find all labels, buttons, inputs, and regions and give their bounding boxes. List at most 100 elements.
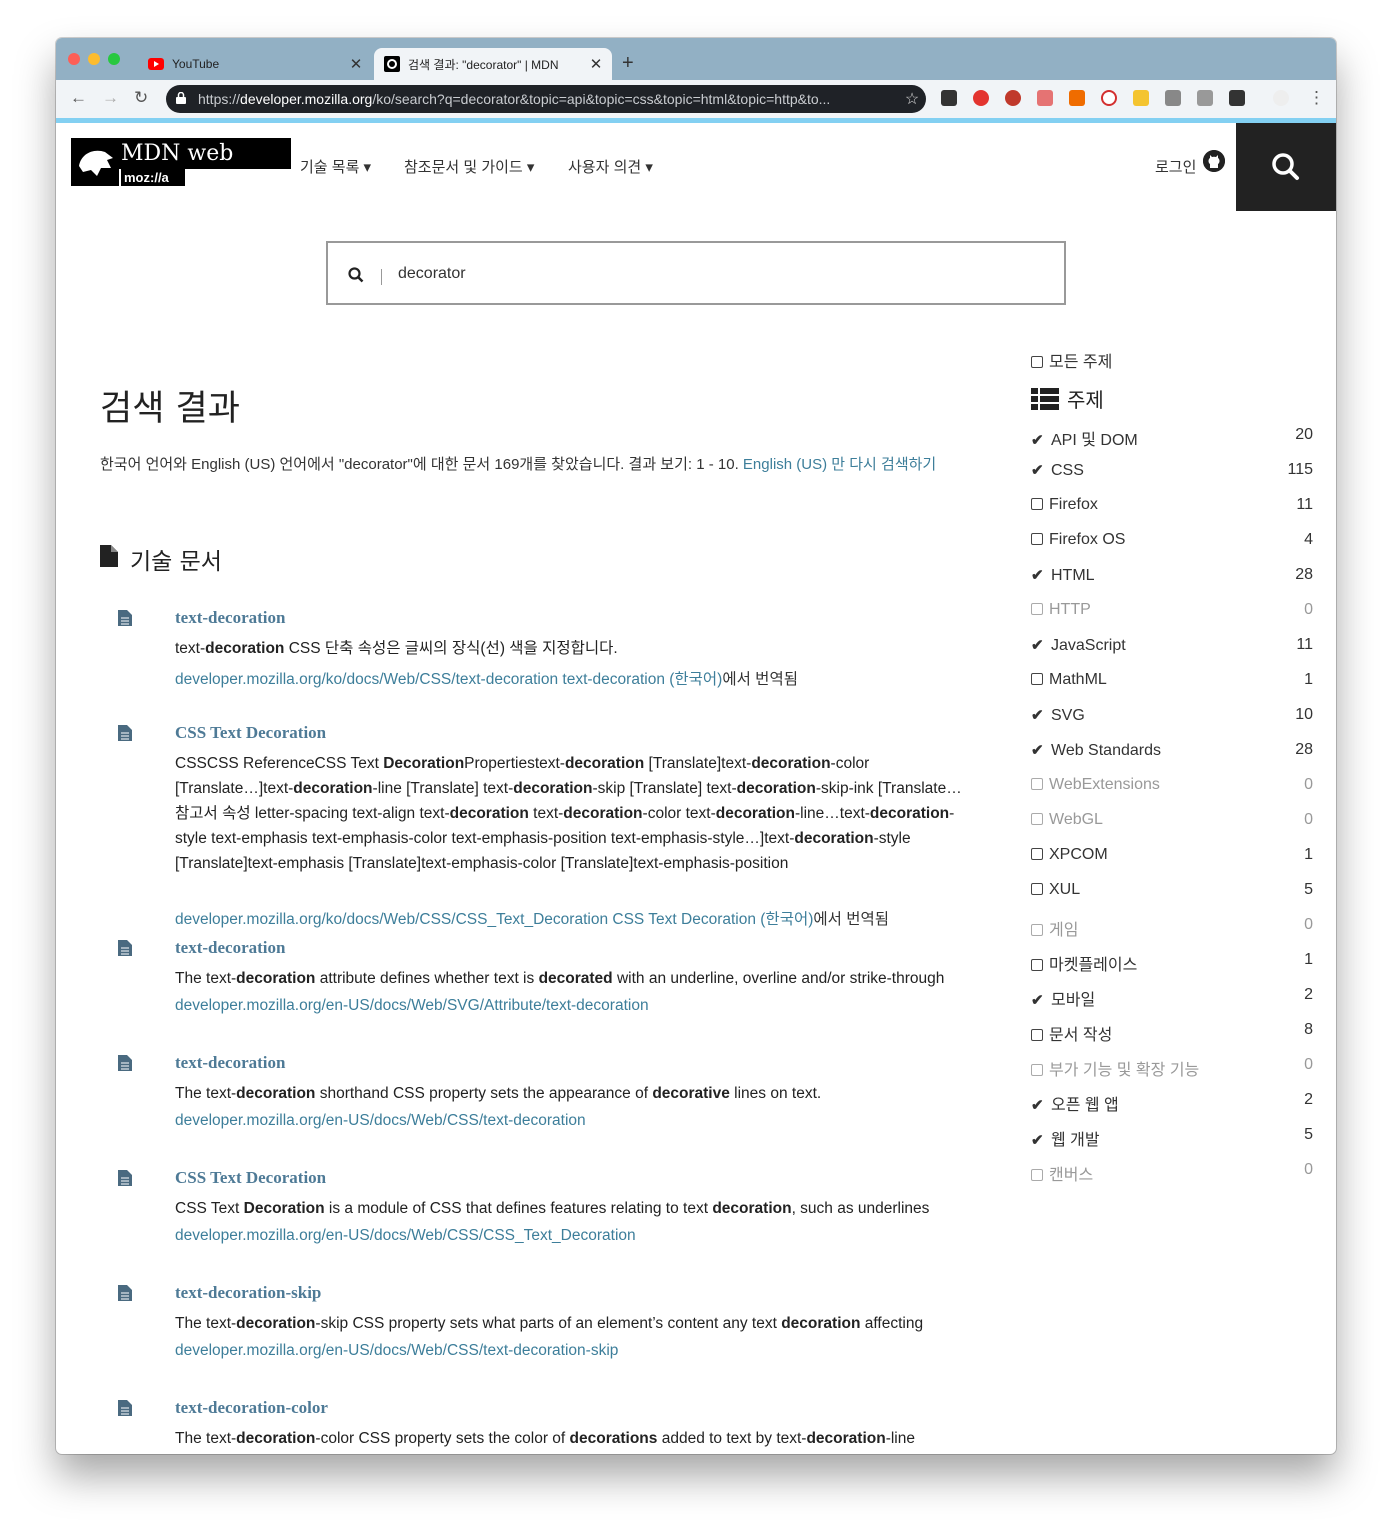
menu-technologies[interactable]: 기술 목록 ▾ <box>300 156 371 177</box>
topic-filter[interactable]: ✔ HTML 28 <box>1031 566 1313 588</box>
login-link[interactable]: 로그인 <box>1155 156 1196 177</box>
topic-filter[interactable]: ✔ SVG 10 <box>1031 706 1313 728</box>
extension-icon[interactable] <box>1069 90 1085 106</box>
lock-icon <box>176 91 198 107</box>
result-title-link[interactable]: text-decoration <box>175 938 285 958</box>
close-tab-icon[interactable]: ✕ <box>348 55 364 73</box>
topic-filter[interactable]: MathML 1 <box>1031 671 1313 693</box>
topics-heading: 주제 <box>1031 384 1104 413</box>
topic-label: ✔ SVG <box>1031 707 1085 724</box>
extension-icon[interactable] <box>1197 90 1213 106</box>
topic-filter: 게임 0 <box>1031 916 1313 939</box>
search-input[interactable] <box>398 255 1038 293</box>
extension-icon[interactable] <box>973 90 989 106</box>
topic-filter[interactable]: Firefox OS 4 <box>1031 531 1313 553</box>
topic-filter: WebExtensions 0 <box>1031 776 1313 798</box>
extension-icon[interactable] <box>941 90 957 106</box>
tab-youtube[interactable]: YouTube ✕ <box>138 48 372 80</box>
new-tab-icon[interactable]: + <box>622 52 634 74</box>
result-excerpt: text-decoration CSS 단축 속성은 글씨의 장식(선) 색을 … <box>175 640 618 657</box>
topic-count: 11 <box>1296 636 1313 653</box>
address-bar[interactable]: https://developer.mozilla.org/ko/search?… <box>166 85 926 113</box>
result-title-link[interactable]: text-decoration <box>175 608 285 628</box>
menu-references-guides[interactable]: 참조문서 및 가이드 ▾ <box>404 156 534 177</box>
extension-icon[interactable] <box>1165 90 1181 106</box>
checkmark-icon: ✔ <box>1031 707 1044 724</box>
extension-icon[interactable] <box>1133 90 1149 106</box>
result-title-link[interactable]: CSS Text Decoration <box>175 723 326 743</box>
result-url-link[interactable]: developer.mozilla.org/en-US/docs/Web/SVG… <box>175 997 649 1014</box>
close-window-button[interactable] <box>68 53 80 65</box>
result-title-link[interactable]: CSS Text Decoration <box>175 1168 326 1188</box>
topic-filter[interactable]: ✔ JavaScript 11 <box>1031 636 1313 658</box>
back-icon[interactable]: ← <box>70 88 87 108</box>
result-excerpt: The text-decoration-skip CSS property se… <box>175 1315 924 1332</box>
header-search-button[interactable] <box>1236 123 1336 211</box>
result-url-link[interactable]: developer.mozilla.org/en-US/docs/Web/CSS… <box>175 1342 618 1359</box>
extension-icon[interactable] <box>1037 90 1053 106</box>
checkbox-icon <box>1031 533 1043 545</box>
topic-label: ✔ API 및 DOM <box>1031 432 1138 449</box>
extension-icon[interactable] <box>1005 90 1021 106</box>
block-extension-icon[interactable] <box>1101 90 1117 106</box>
tab-strip: YouTube ✕ 검색 결과: "decorator" | MDN ✕ + <box>56 38 1336 80</box>
all-topics-checkbox[interactable]: 모든 주제 <box>1031 348 1313 371</box>
topic-filter[interactable]: XUL 5 <box>1031 881 1313 903</box>
result-title-link[interactable]: text-decoration-color <box>175 1398 328 1418</box>
topic-count: 4 <box>1304 531 1313 548</box>
minimize-window-button[interactable] <box>88 53 100 65</box>
checkbox-icon <box>1031 813 1043 825</box>
result-title-link[interactable]: text-decoration-skip <box>175 1283 321 1303</box>
topic-filter[interactable]: ✔ Web Standards 28 <box>1031 741 1313 763</box>
result-url-link[interactable]: developer.mozilla.org/en-US/docs/Web/CSS… <box>175 1112 586 1129</box>
divider <box>381 269 382 285</box>
topic-label: XPCOM <box>1031 846 1108 864</box>
result-url-link[interactable]: developer.mozilla.org/ko/docs/Web/CSS/te… <box>175 671 722 688</box>
result-title-link[interactable]: text-decoration <box>175 1053 285 1073</box>
search-english-only-link[interactable]: English (US) 만 다시 검색하기 <box>743 456 936 473</box>
topic-filter[interactable]: ✔ API 및 DOM 20 <box>1031 426 1313 449</box>
github-icon[interactable] <box>1203 150 1225 172</box>
reload-icon[interactable]: ↻ <box>134 88 148 108</box>
result-url: developer.mozilla.org/ko/docs/Web/CSS/CS… <box>175 907 889 929</box>
topic-filter[interactable]: ✔ CSS 115 <box>1031 461 1313 483</box>
profile-avatar[interactable] <box>1273 90 1289 106</box>
close-tab-icon[interactable]: ✕ <box>588 55 604 73</box>
youtube-icon <box>148 56 164 72</box>
topic-filter[interactable]: ✔ 웹 개발 5 <box>1031 1126 1313 1149</box>
bookmark-star-icon[interactable]: ☆ <box>898 89 926 109</box>
topic-filter[interactable]: ✔ 오픈 웹 앱 2 <box>1031 1091 1313 1114</box>
topic-count: 8 <box>1304 1021 1313 1038</box>
result-url-link[interactable]: developer.mozilla.org/en-US/docs/Web/CSS… <box>175 1227 636 1244</box>
tab-title: 검색 결과: "decorator" | MDN <box>408 57 559 72</box>
result-url-link[interactable]: developer.mozilla.org/ko/docs/Web/CSS/CS… <box>175 911 813 928</box>
zoom-window-button[interactable] <box>108 53 120 65</box>
checkmark-icon: ✔ <box>1031 462 1044 479</box>
result-url: developer.mozilla.org/en-US/docs/Web/CSS… <box>175 1227 636 1245</box>
browser-window: YouTube ✕ 검색 결과: "decorator" | MDN ✕ + ←… <box>56 38 1336 1454</box>
result-excerpt: The text-decoration-color CSS property s… <box>175 1430 915 1447</box>
topic-filter[interactable]: Firefox 11 <box>1031 496 1313 518</box>
menu-feedback[interactable]: 사용자 의견 ▾ <box>568 156 653 177</box>
topic-filter[interactable]: 마켓플레이스 1 <box>1031 951 1313 974</box>
topic-filter[interactable]: XPCOM 1 <box>1031 846 1313 868</box>
checkmark-icon: ✔ <box>1031 992 1044 1009</box>
browser-menu-icon[interactable]: ⋮ <box>1308 88 1325 108</box>
topic-count: 0 <box>1304 776 1313 793</box>
topic-filter[interactable]: ✔ 모바일 2 <box>1031 986 1313 1009</box>
topic-count: 1 <box>1304 951 1313 968</box>
result-excerpt: CSS Text Decoration is a module of CSS t… <box>175 1200 930 1217</box>
topic-count: 28 <box>1295 566 1313 583</box>
extension-icon[interactable] <box>1229 90 1245 106</box>
forward-icon[interactable]: → <box>102 88 119 108</box>
result-excerpt: The text-decoration shorthand CSS proper… <box>175 1085 822 1102</box>
topic-filter[interactable]: 문서 작성 8 <box>1031 1021 1313 1044</box>
topic-count: 20 <box>1295 426 1313 443</box>
tab-mdn[interactable]: 검색 결과: "decorator" | MDN ✕ <box>374 48 612 80</box>
checkmark-icon: ✔ <box>1031 1097 1044 1114</box>
url-text: https://developer.mozilla.org/ko/search?… <box>198 91 831 107</box>
topic-count: 0 <box>1304 1056 1313 1073</box>
topic-count: 28 <box>1295 741 1313 758</box>
result-url: developer.mozilla.org/en-US/docs/Web/CSS… <box>175 1342 618 1360</box>
mdn-logo[interactable]: MDN web docs moz://a <box>71 138 291 197</box>
